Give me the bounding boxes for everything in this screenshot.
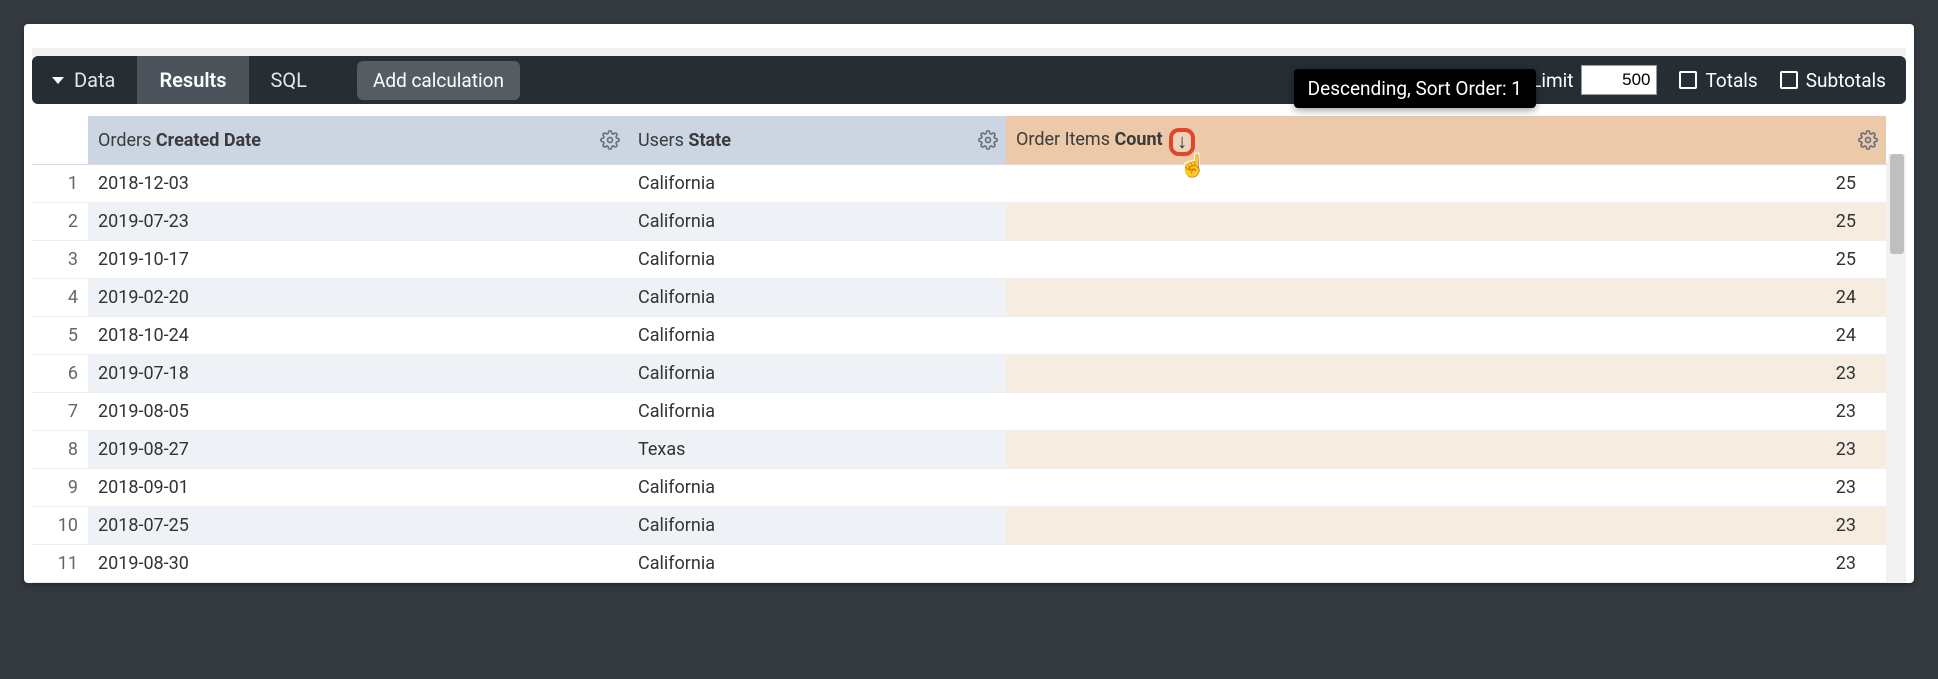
tab-data[interactable]: Data (32, 56, 137, 104)
cell-count[interactable]: 25 (1006, 241, 1886, 279)
table-row: 12018-12-03California25 (32, 165, 1906, 203)
tab-results-label: Results (159, 68, 226, 92)
caret-down-icon (52, 77, 64, 84)
cell-created-date[interactable]: 2019-08-05 (88, 393, 628, 431)
table-row: 72019-08-05California23 (32, 393, 1906, 431)
cell-created-date[interactable]: 2018-09-01 (88, 469, 628, 507)
checkbox-icon (1679, 71, 1697, 89)
header-orders-created-date[interactable]: Orders Created Date (88, 116, 628, 165)
cell-state[interactable]: California (628, 203, 1006, 241)
cell-created-date[interactable]: 2019-08-30 (88, 545, 628, 583)
cell-count[interactable]: 24 (1006, 279, 1886, 317)
cell-state[interactable]: California (628, 355, 1006, 393)
cell-state[interactable]: California (628, 279, 1006, 317)
header-c2-bold: State (688, 130, 731, 151)
sort-tooltip: Descending, Sort Order: 1 (1294, 69, 1536, 108)
cell-state[interactable]: Texas (628, 431, 1006, 469)
cell-state[interactable]: California (628, 317, 1006, 355)
header-c3-bold: Count (1114, 129, 1162, 150)
subtotals-checkbox[interactable]: Subtotals (1780, 69, 1886, 92)
header-rownum (32, 116, 88, 165)
row-limit-input[interactable] (1581, 65, 1657, 95)
cell-created-date[interactable]: 2019-07-23 (88, 203, 628, 241)
tab-sql-label: SQL (271, 68, 307, 92)
cell-state[interactable]: California (628, 469, 1006, 507)
cell-created-date[interactable]: 2019-08-27 (88, 431, 628, 469)
header-users-state[interactable]: Users State (628, 116, 1006, 165)
table-row: 62019-07-18California23 (32, 355, 1906, 393)
results-grid-wrap: Orders Created Date Users State Order It… (32, 116, 1906, 583)
toolbar-right: Descending, Sort Order: 1 Row Limit Tota… (1490, 65, 1906, 95)
tab-data-label: Data (74, 68, 115, 92)
cell-count[interactable]: 25 (1006, 203, 1886, 241)
sort-indicator[interactable]: ↓ ☝ (1169, 128, 1195, 156)
header-c2-prefix: Users (638, 130, 688, 151)
scrollbar-thumb[interactable] (1890, 154, 1904, 254)
cell-created-date[interactable]: 2018-10-24 (88, 317, 628, 355)
results-table: Orders Created Date Users State Order It… (32, 116, 1906, 583)
header-c1-prefix: Orders (98, 130, 156, 151)
subtotals-label: Subtotals (1806, 69, 1886, 92)
totals-label: Totals (1705, 69, 1757, 92)
table-row: 112019-08-30California23 (32, 545, 1906, 583)
cell-count[interactable]: 23 (1006, 545, 1886, 583)
table-row: 82019-08-27Texas23 (32, 431, 1906, 469)
gear-icon[interactable] (978, 130, 998, 150)
header-c3-prefix: Order Items (1016, 129, 1114, 150)
results-toolbar: Data Results SQL Add calculation Descend… (32, 56, 1906, 104)
row-number: 5 (32, 317, 88, 355)
results-body: 12018-12-03California2522019-07-23Califo… (32, 165, 1906, 583)
cell-state[interactable]: California (628, 507, 1006, 545)
gear-icon[interactable] (600, 130, 620, 150)
tab-sql[interactable]: SQL (249, 56, 329, 104)
row-number: 8 (32, 431, 88, 469)
sort-highlight-box: ↓ (1169, 128, 1195, 156)
cell-created-date[interactable]: 2018-12-03 (88, 165, 628, 203)
table-row: 42019-02-20California24 (32, 279, 1906, 317)
cell-created-date[interactable]: 2019-10-17 (88, 241, 628, 279)
cell-count[interactable]: 23 (1006, 507, 1886, 545)
gear-icon[interactable] (1858, 130, 1878, 150)
header-c1-bold: Created Date (156, 130, 261, 151)
row-number: 2 (32, 203, 88, 241)
add-calculation-button[interactable]: Add calculation (357, 61, 520, 100)
scrollbar-track[interactable] (1888, 154, 1906, 583)
arrow-down-icon: ↓ (1177, 131, 1187, 151)
checkbox-icon (1780, 71, 1798, 89)
row-number: 3 (32, 241, 88, 279)
cell-state[interactable]: California (628, 165, 1006, 203)
cell-created-date[interactable]: 2018-07-25 (88, 507, 628, 545)
row-number: 9 (32, 469, 88, 507)
explore-panel: Data Results SQL Add calculation Descend… (24, 24, 1914, 583)
cell-count[interactable]: 24 (1006, 317, 1886, 355)
cell-state[interactable]: California (628, 545, 1006, 583)
header-row: Orders Created Date Users State Order It… (32, 116, 1906, 165)
row-number: 4 (32, 279, 88, 317)
table-row: 102018-07-25California23 (32, 507, 1906, 545)
cell-created-date[interactable]: 2019-02-20 (88, 279, 628, 317)
row-number: 6 (32, 355, 88, 393)
row-number: 11 (32, 545, 88, 583)
spacer (32, 48, 1906, 56)
cell-state[interactable]: California (628, 393, 1006, 431)
row-number: 1 (32, 165, 88, 203)
cell-count[interactable]: 23 (1006, 393, 1886, 431)
cell-count[interactable]: 23 (1006, 431, 1886, 469)
cell-created-date[interactable]: 2019-07-18 (88, 355, 628, 393)
row-number: 10 (32, 507, 88, 545)
table-row: 92018-09-01California23 (32, 469, 1906, 507)
table-row: 22019-07-23California25 (32, 203, 1906, 241)
toolbar-left: Data Results SQL Add calculation (32, 56, 520, 104)
header-order-items-count[interactable]: Order Items Count ↓ ☝ (1006, 116, 1886, 165)
tab-results[interactable]: Results (137, 56, 248, 104)
row-number: 7 (32, 393, 88, 431)
cell-count[interactable]: 23 (1006, 469, 1886, 507)
cell-state[interactable]: California (628, 241, 1006, 279)
cell-count[interactable]: 25 (1006, 165, 1886, 203)
cell-count[interactable]: 23 (1006, 355, 1886, 393)
totals-checkbox[interactable]: Totals (1679, 69, 1757, 92)
table-row: 52018-10-24California24 (32, 317, 1906, 355)
table-row: 32019-10-17California25 (32, 241, 1906, 279)
